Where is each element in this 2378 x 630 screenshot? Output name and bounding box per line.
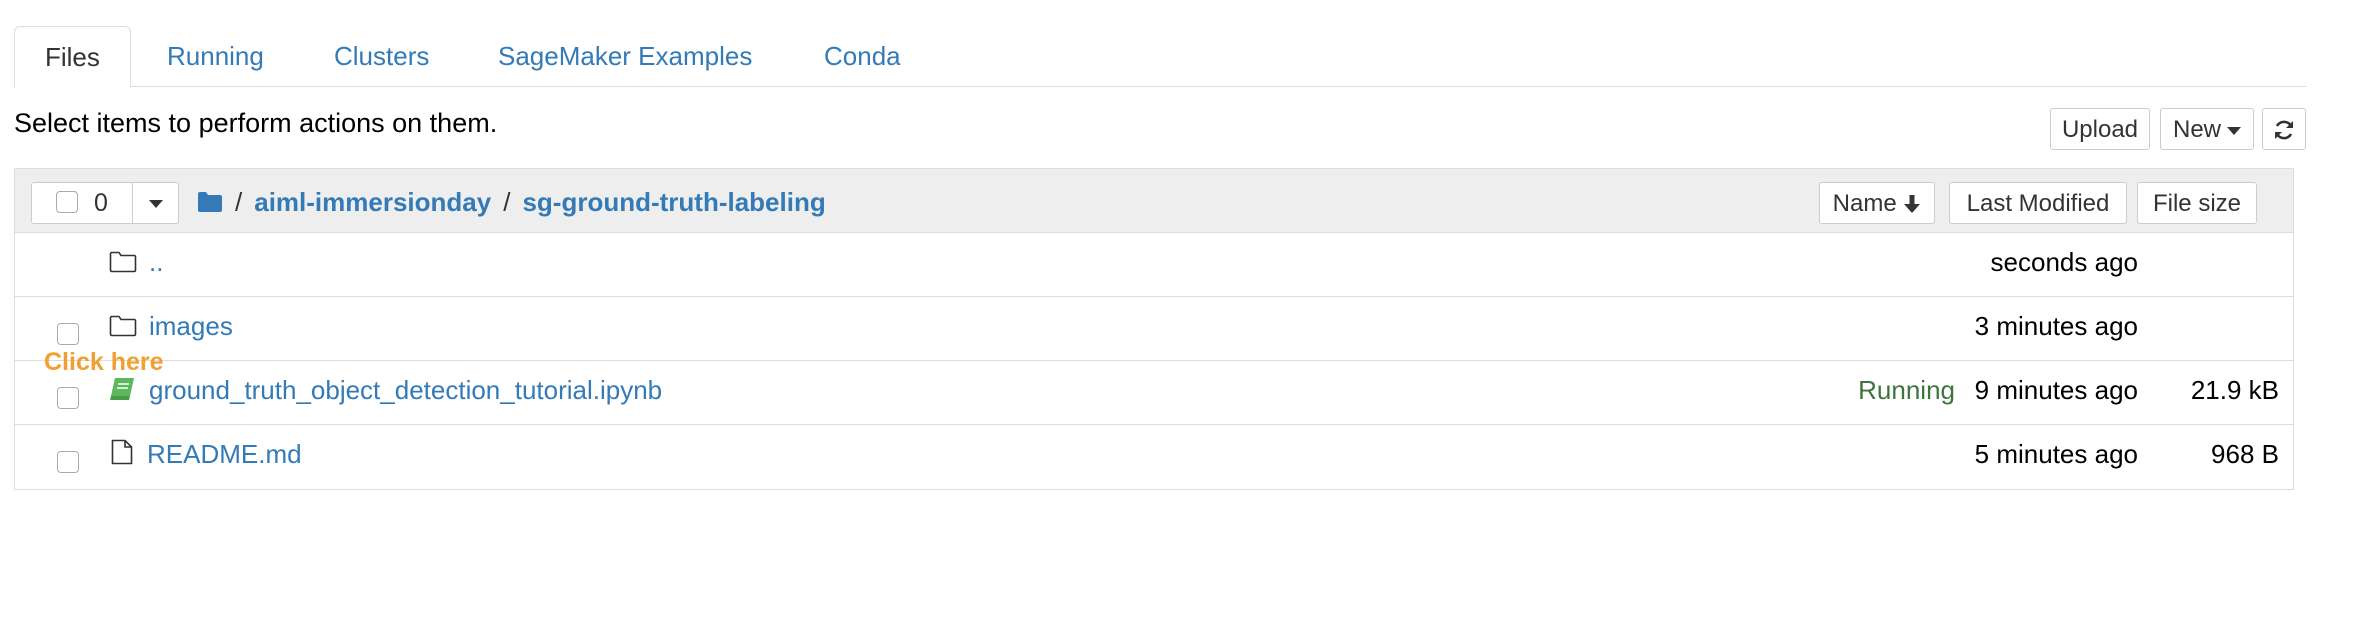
- select-all-control: 0: [31, 182, 179, 224]
- sort-by-name-button[interactable]: Name: [1819, 182, 1935, 224]
- folder-outline-icon: [109, 315, 137, 337]
- tab-bar: Files Running Clusters SageMaker Example…: [14, 26, 2306, 88]
- select-all-checkbox[interactable]: [56, 191, 78, 213]
- list-item[interactable]: .. seconds ago: [15, 233, 2293, 297]
- new-dropdown-button[interactable]: New: [2160, 108, 2254, 150]
- arrow-down-icon: [1904, 195, 1921, 213]
- tab-running[interactable]: Running: [167, 26, 264, 86]
- upload-label: Upload: [2061, 116, 2139, 143]
- breadcrumb-separator: /: [503, 187, 511, 217]
- selection-menu-button[interactable]: [133, 183, 179, 223]
- item-modified: 3 minutes ago: [1974, 311, 2138, 341]
- item-size: 968 B: [2211, 439, 2279, 469]
- item-size: 21.9 kB: [2190, 375, 2279, 405]
- sort-by-last-modified-button[interactable]: Last Modified: [1949, 182, 2127, 224]
- jupyter-file-browser: Files Running Clusters SageMaker Example…: [0, 0, 2378, 630]
- file-icon: [111, 439, 133, 465]
- file-list-panel: 0 / aiml-immersionday / sg-ground-truth-lab…: [14, 168, 2294, 490]
- tab-clusters[interactable]: Clusters: [334, 26, 429, 86]
- file-list-header: 0 / aiml-immersionday / sg-ground-truth-lab…: [15, 169, 2293, 233]
- item-modified: seconds ago: [1990, 247, 2138, 277]
- sort-by-file-size-button[interactable]: File size: [2137, 182, 2257, 224]
- breadcrumb-aiml-immersionday[interactable]: aiml-immersionday: [254, 187, 491, 217]
- tab-conda[interactable]: Conda: [824, 26, 901, 86]
- list-item[interactable]: images 3 minutes ago: [15, 297, 2293, 361]
- refresh-icon: [2275, 120, 2293, 140]
- item-name-link[interactable]: images: [149, 311, 233, 342]
- list-item[interactable]: ground_truth_object_detection_tutorial.i…: [15, 361, 2293, 425]
- item-modified: 9 minutes ago: [1974, 375, 2138, 405]
- item-name-link[interactable]: ..: [149, 247, 163, 278]
- selected-count: 0: [94, 189, 108, 217]
- notebook-book-icon: [110, 378, 134, 400]
- item-name-link[interactable]: README.md: [147, 439, 302, 470]
- sort-modified-label: Last Modified: [1966, 190, 2110, 217]
- instructions-text: Select items to perform actions on them.: [14, 108, 498, 138]
- breadcrumb-separator: /: [235, 187, 243, 217]
- tab-sagemaker-examples[interactable]: SageMaker Examples: [498, 26, 752, 86]
- sort-name-label: Name: [1832, 190, 1897, 217]
- breadcrumb: / aiml-immersionday / sg-ground-truth-label…: [197, 183, 826, 221]
- item-name-link[interactable]: ground_truth_object_detection_tutorial.i…: [149, 375, 662, 406]
- list-item[interactable]: README.md 5 minutes ago 968 B: [15, 425, 2293, 489]
- item-modified: 5 minutes ago: [1974, 439, 2138, 469]
- caret-down-icon: [149, 200, 163, 208]
- sort-size-label: File size: [2152, 190, 2242, 217]
- folder-outline-icon: [109, 251, 137, 273]
- click-here-annotation: Click here: [44, 348, 164, 376]
- item-checkbox[interactable]: [57, 323, 79, 345]
- refresh-button[interactable]: [2262, 108, 2306, 150]
- item-checkbox[interactable]: [57, 451, 79, 473]
- upload-button[interactable]: Upload: [2050, 108, 2150, 150]
- caret-down-icon: [2227, 126, 2241, 135]
- running-status: Running: [1858, 375, 1955, 405]
- item-checkbox[interactable]: [57, 387, 79, 409]
- new-label: New: [2172, 116, 2221, 143]
- tab-files[interactable]: Files: [14, 26, 131, 88]
- folder-icon[interactable]: [197, 191, 223, 213]
- breadcrumb-sg-ground-truth-labeling[interactable]: sg-ground-truth-labeling: [522, 187, 825, 217]
